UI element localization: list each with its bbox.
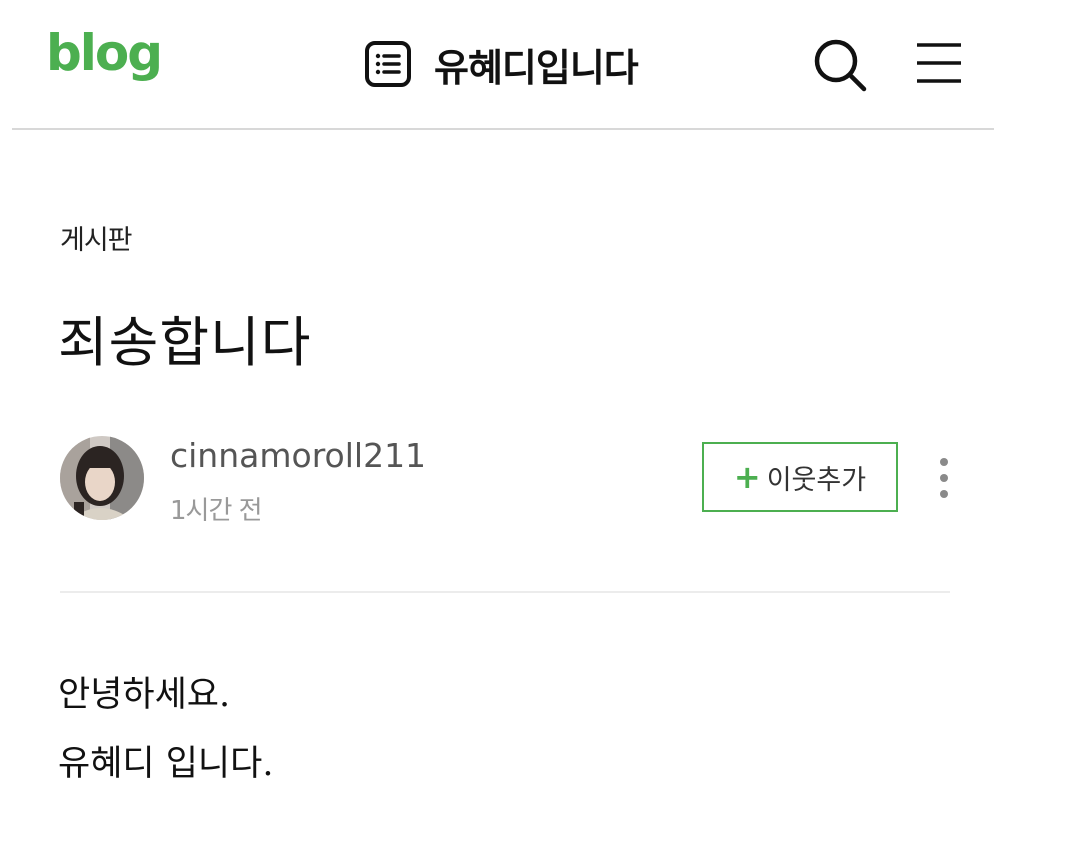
avatar-photo [60,436,144,520]
header-divider [12,128,994,130]
content-divider [60,591,950,593]
app-header: blog 유혜디입니다 [0,0,1085,130]
post-body-line: 안녕하세요. [58,675,231,715]
post-body-line: 유혜디 입니다. [58,744,274,784]
more-vertical-icon[interactable] [932,456,956,500]
avatar[interactable] [60,436,144,520]
blog-title[interactable]: 유혜디입니다 [434,37,639,92]
author-name[interactable]: cinnamoroll211 [170,436,426,475]
search-icon[interactable] [811,36,869,94]
post-time: 1시간 전 [170,496,263,526]
blog-logo[interactable]: blog [46,28,163,78]
post-category[interactable]: 게시판 [60,218,133,257]
add-neighbor-button[interactable]: + 이웃추가 [702,442,898,512]
hamburger-menu-icon[interactable] [914,40,964,86]
plus-icon: + [733,458,761,496]
blog-title-group[interactable]: 유혜디입니다 [364,40,639,90]
add-neighbor-label: 이웃추가 [766,464,867,496]
post-title: 죄송합니다 [58,311,312,374]
list-icon[interactable] [364,40,412,88]
